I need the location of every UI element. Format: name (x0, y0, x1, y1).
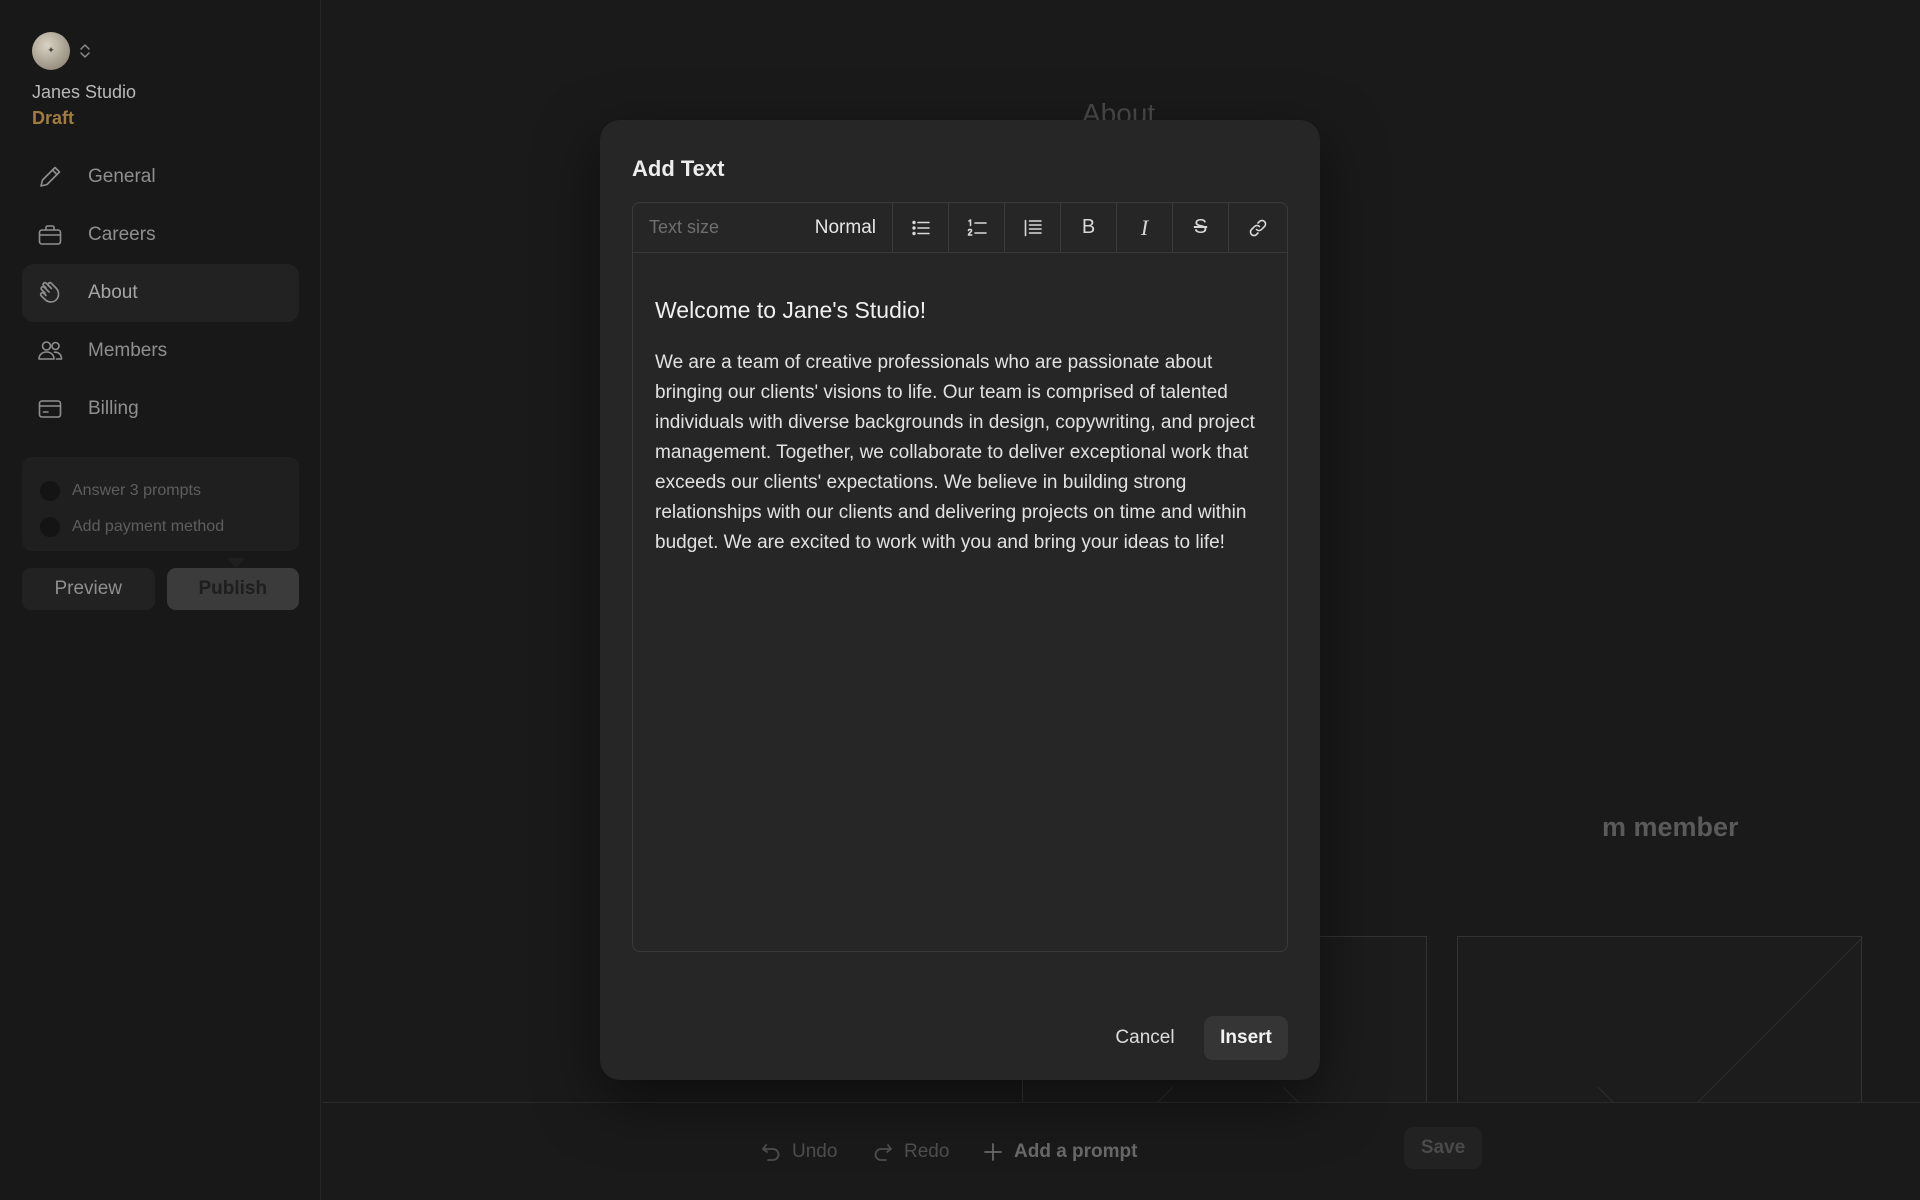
sidebar-item-members[interactable]: Members (22, 322, 299, 380)
formatting-toolbar: Text size Normal B I S (632, 202, 1288, 252)
member-card-placeholder[interactable] (1457, 936, 1863, 1107)
save-button[interactable]: Save (1404, 1127, 1482, 1169)
text-size-value: Normal (814, 216, 876, 238)
bold-button[interactable]: B (1061, 203, 1117, 252)
sidebar-item-careers[interactable]: Careers (22, 206, 299, 264)
sidebar-item-label: Careers (88, 224, 156, 245)
sidebar-item-general[interactable]: General (22, 148, 299, 206)
redo-button[interactable]: Redo (872, 1137, 949, 1167)
text-size-label: Text size (649, 217, 720, 237)
numbered-list-button[interactable] (949, 203, 1005, 252)
chevron-up-down-icon (80, 44, 90, 58)
italic-icon: I (1140, 214, 1149, 240)
workspace-name: Janes Studio (32, 82, 137, 102)
modal-title: Add Text (632, 156, 725, 181)
sidebar-item-label: General (88, 166, 156, 187)
workspace-avatar: ✦ (32, 32, 70, 70)
add-text-modal: Add Text Text size Normal B I S Welcome … (600, 120, 1320, 1080)
unchecked-circle-icon (40, 517, 60, 537)
checklist-item[interactable]: Answer 3 prompts (40, 473, 281, 509)
unchecked-circle-icon (40, 481, 60, 501)
text-size-select[interactable]: Text size Normal (633, 203, 893, 252)
numbered-list-icon (967, 218, 987, 236)
rich-text-editor[interactable]: Welcome to Jane's Studio! We are a team … (632, 252, 1288, 952)
blockquote-button[interactable] (1005, 203, 1061, 252)
briefcase-icon (38, 225, 62, 245)
preview-button[interactable]: Preview (22, 568, 155, 610)
add-prompt-button[interactable]: Add a prompt (982, 1137, 1138, 1167)
bulleted-list-button[interactable] (893, 203, 949, 252)
sidebar-item-about[interactable]: About (22, 264, 299, 322)
bottom-toolbar: Undo Redo Add a prompt Save (322, 1102, 1920, 1200)
link-icon (1249, 219, 1267, 236)
sidebar-nav: General Careers About Members Billing (22, 148, 299, 438)
bulleted-list-icon (911, 220, 930, 235)
undo-icon (762, 1144, 780, 1161)
italic-button[interactable]: I (1117, 203, 1173, 252)
team-member-heading: m member (1602, 812, 1739, 842)
sidebar-item-billing[interactable]: Billing (22, 380, 299, 438)
bold-icon: B (1081, 216, 1096, 238)
checklist-item[interactable]: Add payment method (40, 509, 281, 545)
onboarding-checklist: Answer 3 prompts Add payment method (22, 457, 299, 551)
workspace-switcher[interactable]: ✦ (32, 32, 92, 70)
plus-icon (984, 1143, 1002, 1161)
credit-card-icon (38, 400, 62, 418)
redo-icon (874, 1144, 892, 1161)
sidebar-actions: Preview Publish (22, 558, 299, 610)
workspace-status: Draft (32, 108, 75, 128)
sidebar-item-label: Billing (88, 398, 139, 419)
sidebar-item-label: About (88, 282, 138, 303)
users-icon (38, 341, 63, 360)
pencil-icon (40, 166, 61, 187)
blockquote-icon (1024, 219, 1042, 236)
cancel-button[interactable]: Cancel (1100, 1016, 1190, 1060)
strikethrough-icon: S (1193, 216, 1208, 238)
sidebar-item-label: Members (88, 340, 168, 361)
waving-hand-icon (39, 281, 60, 303)
editor-body-text: We are a team of creative professionals … (655, 352, 1255, 553)
undo-button[interactable]: Undo (760, 1137, 837, 1167)
editor-heading-text: Welcome to Jane's Studio! (655, 297, 927, 323)
link-button[interactable] (1229, 203, 1287, 252)
insert-button[interactable]: Insert (1204, 1016, 1288, 1060)
strikethrough-button[interactable]: S (1173, 203, 1229, 252)
sidebar: ✦ Janes Studio Draft General Careers Abo… (0, 0, 321, 1200)
publish-button[interactable]: Publish (166, 558, 299, 610)
